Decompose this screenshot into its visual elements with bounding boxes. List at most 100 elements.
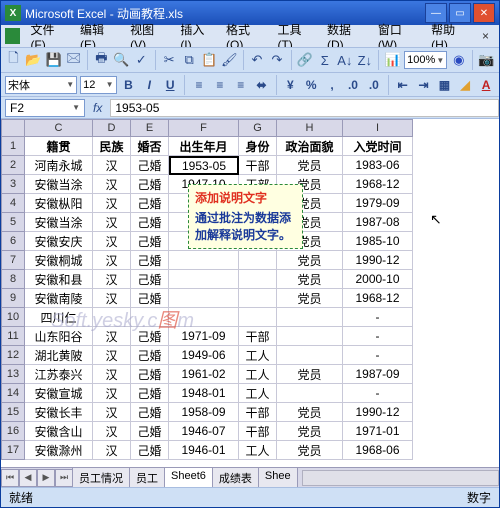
- select-all-corner[interactable]: [1, 119, 25, 137]
- cell[interactable]: 安徽滁州: [25, 441, 93, 460]
- cell[interactable]: 1948-01: [169, 384, 239, 403]
- cell[interactable]: 工人: [239, 441, 277, 460]
- cell[interactable]: 己婚: [131, 251, 169, 270]
- cell[interactable]: 安徽含山: [25, 422, 93, 441]
- row-header[interactable]: 15: [1, 403, 25, 422]
- cell[interactable]: [277, 327, 343, 346]
- zoom-combo[interactable]: 100%▼: [404, 51, 447, 69]
- col-header-F[interactable]: F: [169, 119, 239, 137]
- cell[interactable]: 1946-07: [169, 422, 239, 441]
- spell-icon[interactable]: ✓: [133, 49, 150, 71]
- header-cell[interactable]: 身份: [239, 137, 277, 156]
- row-header[interactable]: 2: [1, 156, 25, 175]
- cell[interactable]: 河南永城: [25, 156, 93, 175]
- formula-input[interactable]: 1953-05: [110, 99, 499, 117]
- cell[interactable]: 己婚: [131, 194, 169, 213]
- sort-desc-icon[interactable]: Z↓: [356, 49, 373, 71]
- cell[interactable]: 汉: [93, 175, 131, 194]
- print-icon[interactable]: 🖶: [93, 49, 110, 71]
- fx-button[interactable]: fx: [85, 101, 110, 115]
- cell[interactable]: 党员: [277, 270, 343, 289]
- cell[interactable]: -: [343, 346, 413, 365]
- cell[interactable]: 1958-09: [169, 403, 239, 422]
- redo-icon[interactable]: ↷: [268, 49, 285, 71]
- cell[interactable]: -: [343, 384, 413, 403]
- cell[interactable]: -: [343, 327, 413, 346]
- cell[interactable]: 汉: [93, 194, 131, 213]
- cell[interactable]: 江苏泰兴: [25, 365, 93, 384]
- cell[interactable]: 党员: [277, 289, 343, 308]
- cell[interactable]: 安徽桐城: [25, 251, 93, 270]
- cell[interactable]: 汉: [93, 346, 131, 365]
- merge-icon[interactable]: ⬌: [253, 75, 271, 95]
- cell[interactable]: 安徽当涂: [25, 175, 93, 194]
- spreadsheet-grid[interactable]: CDEFGHI 1籍贯民族婚否出生年月身份政治面貌入党时间2河南永城汉己婚195…: [1, 119, 499, 467]
- row-header[interactable]: 6: [1, 232, 25, 251]
- row-header[interactable]: 10: [1, 308, 25, 327]
- paste-icon[interactable]: 📋: [201, 49, 218, 71]
- row-header[interactable]: 8: [1, 270, 25, 289]
- fill-color-icon[interactable]: ◢: [456, 75, 474, 95]
- cell[interactable]: 己婚: [131, 441, 169, 460]
- sheet-tab[interactable]: Sheet6: [164, 467, 213, 489]
- undo-icon[interactable]: ↶: [248, 49, 265, 71]
- cell[interactable]: 1953-05: [169, 156, 239, 175]
- cell[interactable]: 党员: [277, 365, 343, 384]
- cell[interactable]: 安徽当涂: [25, 213, 93, 232]
- cell[interactable]: [169, 270, 239, 289]
- cell[interactable]: -: [343, 308, 413, 327]
- cell[interactable]: [169, 251, 239, 270]
- percent-icon[interactable]: %: [302, 75, 320, 95]
- cell[interactable]: 汉: [93, 232, 131, 251]
- cell[interactable]: 己婚: [131, 156, 169, 175]
- cell[interactable]: 干部: [239, 156, 277, 175]
- outdent-icon[interactable]: ⇥: [415, 75, 433, 95]
- header-cell[interactable]: 出生年月: [169, 137, 239, 156]
- cell[interactable]: [239, 308, 277, 327]
- cut-icon[interactable]: ✂: [161, 49, 178, 71]
- align-center-icon[interactable]: ≡: [211, 75, 229, 95]
- cell[interactable]: 1949-06: [169, 346, 239, 365]
- cell[interactable]: 汉: [93, 422, 131, 441]
- col-header-H[interactable]: H: [277, 119, 343, 137]
- save-icon[interactable]: 💾: [45, 49, 62, 71]
- tab-nav-prev[interactable]: ◀: [19, 469, 37, 487]
- indent-icon[interactable]: ⇤: [394, 75, 412, 95]
- col-header-C[interactable]: C: [25, 119, 93, 137]
- cell[interactable]: 1983-06: [343, 156, 413, 175]
- col-header-G[interactable]: G: [239, 119, 277, 137]
- horizontal-scrollbar[interactable]: [302, 470, 499, 486]
- row-header[interactable]: 3: [1, 175, 25, 194]
- font-color-icon[interactable]: A: [477, 75, 495, 95]
- cell[interactable]: 己婚: [131, 422, 169, 441]
- cell[interactable]: 党员: [277, 403, 343, 422]
- cell[interactable]: [239, 270, 277, 289]
- align-left-icon[interactable]: ≡: [190, 75, 208, 95]
- tab-nav-next[interactable]: ▶: [37, 469, 55, 487]
- header-cell[interactable]: 籍贯: [25, 137, 93, 156]
- cell[interactable]: [239, 251, 277, 270]
- cell[interactable]: 1968-12: [343, 289, 413, 308]
- cell[interactable]: 己婚: [131, 384, 169, 403]
- cell[interactable]: 己婚: [131, 346, 169, 365]
- cell[interactable]: 汉: [93, 365, 131, 384]
- cell[interactable]: [239, 289, 277, 308]
- cell[interactable]: 安徽和县: [25, 270, 93, 289]
- cell[interactable]: 己婚: [131, 403, 169, 422]
- cell[interactable]: 党员: [277, 441, 343, 460]
- row-header[interactable]: 12: [1, 346, 25, 365]
- dec-decimal-icon[interactable]: .0: [365, 75, 383, 95]
- cell[interactable]: 汉: [93, 270, 131, 289]
- cell[interactable]: 己婚: [131, 232, 169, 251]
- comma-icon[interactable]: ,: [323, 75, 341, 95]
- italic-button[interactable]: I: [140, 75, 158, 95]
- cell[interactable]: 安徽枞阳: [25, 194, 93, 213]
- copy-icon[interactable]: ⧉: [181, 49, 198, 71]
- row-header[interactable]: 17: [1, 441, 25, 460]
- cell[interactable]: [277, 346, 343, 365]
- new-icon[interactable]: 🗋: [5, 49, 22, 71]
- cell[interactable]: 工人: [239, 384, 277, 403]
- row-header[interactable]: 13: [1, 365, 25, 384]
- sheet-tab[interactable]: 员工情况: [72, 467, 130, 489]
- font-name-combo[interactable]: 宋体▼: [5, 76, 77, 94]
